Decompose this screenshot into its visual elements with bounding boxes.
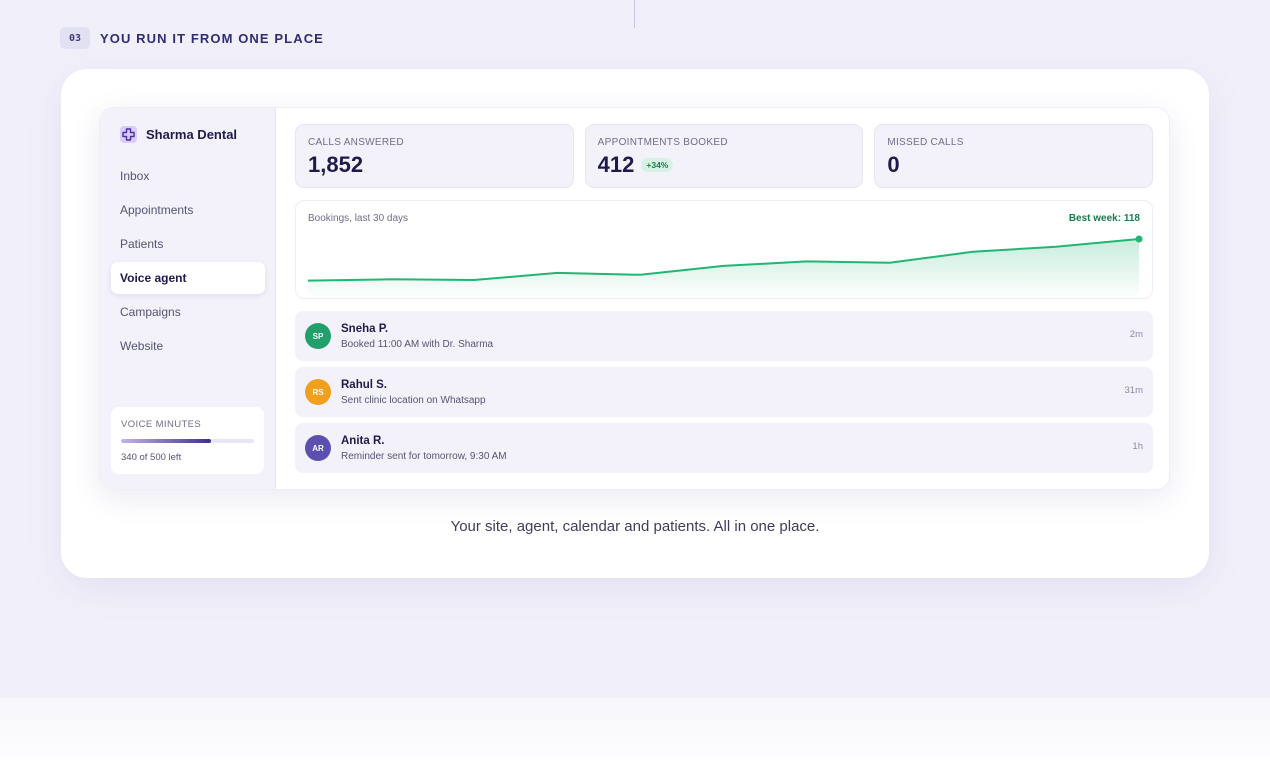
activity-list: SP Sneha P. Booked 11:00 AM with Dr. Sha… (295, 311, 1153, 473)
sidebar-item-patients[interactable]: Patients (111, 228, 265, 260)
section-title: YOU RUN IT FROM ONE PLACE (100, 30, 324, 46)
activity-description: Reminder sent for tomorrow, 9:30 AM (341, 450, 507, 462)
caption: Your site, agent, calendar and patients.… (450, 518, 820, 535)
voice-minutes-bar-fill (121, 439, 212, 443)
sidebar-item-appointments[interactable]: Appointments (111, 194, 265, 226)
activity-time: 31m (1124, 385, 1143, 396)
bookings-chart: Bookings, last 30 days Best week: 118 (295, 200, 1153, 299)
activity-time: 1h (1132, 441, 1143, 452)
avatar: RS (305, 379, 331, 405)
activity-name: Anita R. (341, 434, 385, 447)
voice-minutes-card: VOICE MINUTES 340 of 500 left (111, 407, 264, 474)
section-header: 03 YOU RUN IT FROM ONE PLACE (60, 27, 324, 49)
activity-name: Rahul S. (341, 378, 388, 391)
stat-calls-answered: CALLS ANSWERED 1,852 (295, 124, 574, 188)
top-divider-line (634, 0, 635, 28)
footer-band (0, 698, 1270, 760)
avatar: SP (305, 323, 331, 349)
voice-minutes-remaining: 340 of 500 left (121, 452, 182, 463)
stat-value: 1,852 (308, 152, 364, 177)
activity-name: Sneha P. (341, 322, 389, 335)
activity-item[interactable]: AR Anita R. Reminder sent for tomorrow, … (295, 423, 1153, 473)
activity-item[interactable]: SP Sneha P. Booked 11:00 AM with Dr. Sha… (295, 311, 1153, 361)
main-panel: CALLS ANSWERED 1,852 APPOINTMENTS BOOKED… (295, 124, 1154, 479)
activity-item[interactable]: RS Rahul S. Sent clinic location on What… (295, 367, 1153, 417)
activity-time: 2m (1129, 329, 1143, 340)
section-number: 03 (60, 27, 90, 49)
activity-description: Sent clinic location on Whatsapp (341, 394, 486, 406)
sidebar-item-voice-agent[interactable]: Voice agent (111, 262, 265, 294)
chart-end-point (1135, 235, 1143, 243)
bookings-chart-plot (307, 235, 1143, 299)
stat-appointments-booked: APPOINTMENTS BOOKED 412 +34% (584, 124, 864, 188)
sidebar-item-website[interactable]: Website (111, 330, 265, 362)
dashboard-window: Sharma Dental Inbox Appointments Patient… (99, 107, 1170, 490)
stat-value: 412 (597, 152, 635, 177)
tooth-cross-icon (120, 126, 137, 143)
brand-name: Sharma Dental (146, 127, 238, 142)
brand: Sharma Dental (120, 126, 237, 143)
stat-missed-calls: MISSED CALLS 0 (874, 124, 1154, 188)
chart-area (308, 239, 1139, 299)
sidebar-item-campaigns[interactable]: Campaigns (111, 296, 265, 328)
stat-label: APPOINTMENTS BOOKED (597, 137, 728, 148)
showcase-card: Sharma Dental Inbox Appointments Patient… (61, 69, 1209, 578)
voice-minutes-bar (121, 439, 254, 443)
delta-badge: +34% (641, 158, 674, 172)
sidebar: Sharma Dental Inbox Appointments Patient… (100, 108, 276, 489)
activity-description: Booked 11:00 AM with Dr. Sharma (341, 338, 494, 350)
stats-row: CALLS ANSWERED 1,852 APPOINTMENTS BOOKED… (295, 124, 1154, 188)
stat-label: MISSED CALLS (887, 137, 964, 148)
stat-label: CALLS ANSWERED (308, 137, 404, 148)
voice-minutes-label: VOICE MINUTES (121, 419, 202, 430)
stat-value: 0 (887, 152, 900, 177)
sidebar-nav: Inbox Appointments Patients Voice agent … (111, 160, 265, 364)
avatar: AR (305, 435, 331, 461)
sidebar-item-inbox[interactable]: Inbox (111, 160, 265, 192)
